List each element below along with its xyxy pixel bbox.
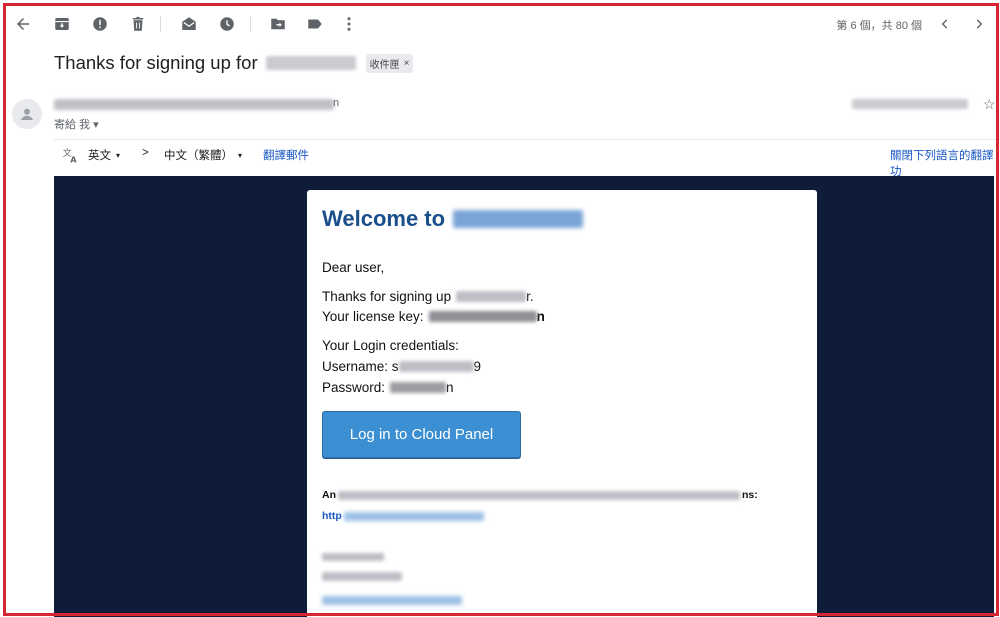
email-card: Welcome to Dear user, Thanks for signing…	[307, 190, 817, 617]
toolbar-separator	[160, 16, 161, 32]
label-icon[interactable]	[305, 14, 325, 34]
chevron-down-icon: ▾	[93, 118, 99, 131]
panel-link-prefix[interactable]: http	[322, 510, 342, 522]
thanks-line: Thanks for signing up r.	[322, 289, 534, 304]
welcome-text: Welcome to	[322, 206, 446, 231]
subject-title: Thanks for signing up for	[54, 52, 258, 73]
person-icon	[21, 108, 33, 120]
license-label: Your license key:	[322, 309, 424, 324]
redacted-product-name	[456, 291, 527, 302]
redacted-sender	[54, 99, 334, 110]
redacted-signature-line	[322, 572, 402, 581]
redacted-date	[852, 99, 968, 109]
toolbar-separator	[250, 16, 251, 32]
username-prefix: Username: s	[322, 359, 399, 374]
footer-prefix: An	[322, 489, 336, 501]
redacted-product-name	[453, 210, 584, 228]
delete-icon[interactable]	[128, 14, 148, 34]
password-suffix: n	[446, 380, 454, 395]
translate-bar: 文 A 英文 ▾ > 中文（繁體） ▾ 翻譯郵件 關閉下列語言的翻譯功	[54, 139, 1000, 178]
translate-icon: 文 A	[63, 147, 78, 165]
login-cloud-panel-button[interactable]: Log in to Cloud Panel	[322, 411, 521, 458]
recipient-details[interactable]: 寄給 我 ▾	[54, 116, 99, 132]
redacted-product-name	[265, 56, 356, 70]
redacted-password	[390, 382, 447, 393]
thanks-suffix: r.	[526, 289, 534, 304]
target-language-dropdown[interactable]: 中文（繁體） ▾	[164, 147, 242, 163]
panel-link-line[interactable]: http	[322, 510, 484, 522]
newer-chevron-icon[interactable]	[936, 15, 954, 33]
toolbar: 第 6 個，共 80 個	[0, 0, 1000, 48]
source-language: 英文	[88, 150, 111, 162]
subject-row: Thanks for signing up for 收件匣 ×	[54, 51, 414, 75]
back-arrow-icon[interactable]	[13, 14, 33, 34]
redacted-license-key	[428, 311, 537, 322]
chevron-down-icon: ▾	[116, 150, 121, 160]
redacted-username	[398, 361, 474, 372]
inbox-label-text: 收件匣	[369, 59, 400, 71]
move-to-icon[interactable]	[268, 14, 288, 34]
redacted-signature-line	[322, 553, 384, 561]
redacted-footer-text	[338, 490, 740, 500]
redacted-signature-link[interactable]	[322, 596, 462, 605]
arrow-right-icon: >	[142, 147, 149, 159]
snooze-icon[interactable]	[217, 14, 237, 34]
turn-off-translation-link[interactable]: 關閉下列語言的翻譯功	[890, 147, 1000, 179]
report-spam-icon[interactable]	[90, 14, 110, 34]
greeting: Dear user,	[322, 260, 385, 275]
chevron-down-icon: ▾	[238, 150, 243, 160]
username-suffix: 9	[473, 359, 482, 374]
license-suffix: n	[536, 309, 545, 324]
inbox-label-chip[interactable]: 收件匣 ×	[365, 53, 414, 73]
password-line: Password: n	[322, 380, 454, 395]
translate-message-link[interactable]: 翻譯郵件	[263, 147, 309, 163]
sender-name-tail: n	[333, 97, 340, 109]
redacted-panel-url[interactable]	[343, 511, 484, 521]
footer-line: An ns:	[322, 489, 758, 501]
to-me-text: 寄給 我	[54, 119, 91, 131]
credentials-title: Your Login credentials:	[322, 338, 459, 353]
archive-icon[interactable]	[52, 14, 72, 34]
more-vert-icon[interactable]	[339, 14, 359, 34]
svg-text:A: A	[70, 155, 77, 165]
password-label: Password:	[322, 380, 386, 395]
star-icon[interactable]: ☆	[983, 96, 996, 113]
footer-suffix: ns:	[742, 489, 758, 501]
target-language: 中文（繁體）	[164, 150, 233, 162]
remove-label-icon[interactable]: ×	[404, 58, 410, 69]
username-line: Username: s 9	[322, 359, 481, 374]
mark-unread-icon[interactable]	[179, 14, 199, 34]
avatar	[12, 99, 42, 129]
source-language-dropdown[interactable]: 英文 ▾	[88, 147, 120, 163]
welcome-heading: Welcome to	[322, 206, 584, 232]
older-chevron-icon[interactable]	[970, 15, 988, 33]
license-line: Your license key: n	[322, 309, 545, 324]
thanks-prefix: Thanks for signing up	[322, 289, 452, 304]
pagination-text: 第 6 個，共 80 個	[836, 20, 922, 32]
